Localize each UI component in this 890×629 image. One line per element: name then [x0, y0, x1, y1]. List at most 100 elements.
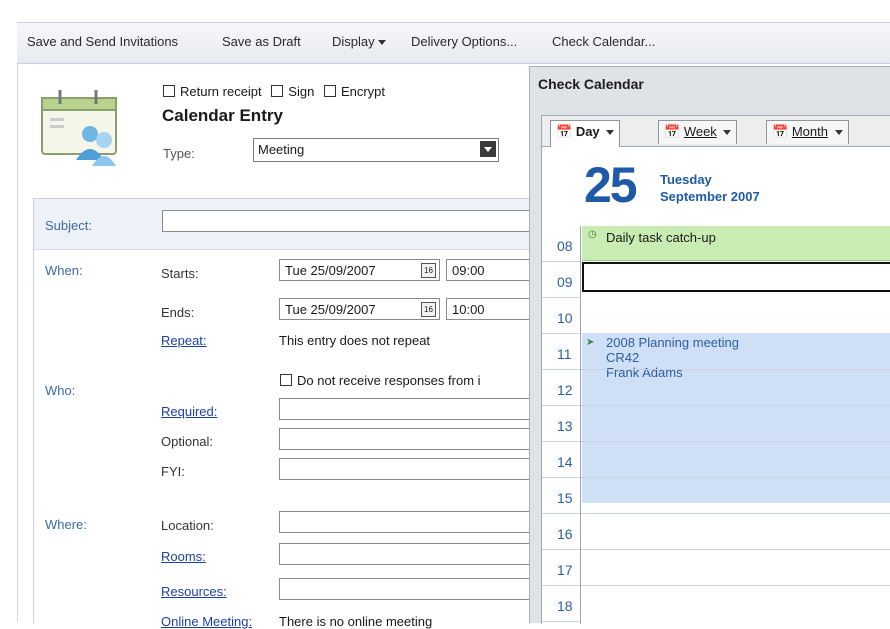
chevron-down-icon [377, 40, 386, 46]
end-date-value: Tue 25/09/2007 [285, 302, 376, 317]
repeat-text: This entry does not repeat [279, 333, 431, 348]
check-calendar-button[interactable]: Check Calendar... [552, 34, 655, 49]
starts-label: Starts: [161, 266, 199, 281]
start-time-value: 09:00 [452, 263, 485, 278]
sign-label: Sign [288, 84, 315, 99]
save-send-button[interactable]: Save and Send Invitations [27, 34, 178, 49]
hour-label: 15 [542, 478, 580, 514]
hour-label: 09 [542, 262, 580, 298]
event-title: Daily task catch-up [606, 230, 716, 245]
hour-label: 08 [542, 226, 580, 262]
hour-gridline [581, 477, 890, 478]
rooms-link[interactable]: Rooms: [161, 549, 206, 564]
event-title: 2008 Planning meeting [606, 335, 739, 350]
type-select[interactable]: Meeting [253, 138, 499, 162]
hour-gridline [581, 405, 890, 406]
fyi-label: FYI: [161, 464, 185, 479]
hour-label: 16 [542, 514, 580, 550]
hour-label: 10 [542, 298, 580, 334]
hour-gridline [581, 585, 890, 586]
when-label: When: [45, 263, 83, 278]
dropdown-arrow-icon[interactable] [480, 141, 496, 157]
required-input[interactable] [279, 398, 534, 420]
hour-gridline [581, 513, 890, 514]
selected-slot[interactable] [582, 262, 890, 292]
subject-input[interactable] [162, 210, 534, 232]
hour-label: 12 [542, 370, 580, 406]
fyi-input[interactable] [279, 458, 534, 480]
hour-label: 11 [542, 334, 580, 370]
subject-label: Subject: [45, 218, 92, 233]
sign-checkbox[interactable] [271, 85, 284, 97]
sign-option[interactable]: Sign [271, 84, 314, 99]
date-number: 25 [584, 157, 638, 213]
panel-title: Check Calendar [538, 76, 644, 92]
hour-label: 14 [542, 442, 580, 478]
security-options: Return receipt Sign Encrypt [163, 84, 391, 99]
hour-gridline [581, 441, 890, 442]
chevron-down-icon [834, 130, 843, 136]
calendar-icon: 📅 [772, 124, 789, 139]
start-time-field[interactable]: 09:00 [446, 259, 534, 281]
event-daily-task[interactable]: ◷ Daily task catch-up [582, 226, 890, 261]
return-receipt-option[interactable]: Return receipt [163, 84, 262, 99]
hour-label: 17 [542, 550, 580, 586]
no-responses-option[interactable]: Do not receive responses from i [280, 373, 481, 388]
event-person: Frank Adams [606, 365, 683, 380]
clock-icon: ◷ [588, 229, 597, 240]
chevron-down-icon [723, 130, 732, 136]
location-input[interactable] [279, 511, 534, 533]
who-label: Who: [45, 383, 76, 398]
tab-day-label: Day [575, 124, 600, 139]
hour-column: 08 09 10 11 12 13 14 15 16 17 18 [542, 226, 581, 624]
calendar-icon: 📅 [556, 124, 573, 139]
hour-gridline [581, 369, 890, 370]
save-draft-button[interactable]: Save as Draft [222, 34, 301, 49]
date-picker-icon[interactable]: 16 [421, 302, 436, 317]
start-date-value: Tue 25/09/2007 [285, 263, 376, 278]
tab-day[interactable]: 📅 Day [550, 120, 621, 147]
ends-label: Ends: [161, 305, 195, 320]
encrypt-option[interactable]: Encrypt [323, 84, 386, 99]
resources-input[interactable] [279, 578, 534, 600]
meeting-icon: ➤ [586, 337, 595, 348]
date-picker-icon[interactable]: 16 [421, 263, 436, 278]
type-label: Type: [163, 146, 195, 161]
hour-label: 18 [542, 586, 580, 622]
return-receipt-checkbox[interactable] [163, 85, 175, 97]
required-link[interactable]: Required: [161, 404, 217, 419]
start-date-field[interactable]: Tue 25/09/2007 16 [279, 259, 440, 281]
view-tabs: 📅 Day 📅 Week 📅 Month [542, 116, 890, 147]
type-value: Meeting [258, 142, 305, 157]
calendar-icon: 📅 [664, 124, 681, 139]
encrypt-label: Encrypt [340, 84, 386, 99]
chevron-down-icon [606, 130, 615, 136]
tab-week-label: Week [683, 124, 717, 139]
display-menu[interactable]: Display [332, 34, 386, 49]
where-label: Where: [45, 517, 87, 532]
hour-label: 13 [542, 406, 580, 442]
day-view: 📅 Day 📅 Week 📅 Month 25 Tuesday Septembe… [541, 115, 890, 624]
delivery-options-button[interactable]: Delivery Options... [411, 34, 517, 49]
end-date-field[interactable]: Tue 25/09/2007 16 [279, 298, 440, 320]
end-time-value: 10:00 [452, 302, 485, 317]
no-responses-label: Do not receive responses from i [297, 373, 481, 388]
hour-gridline [581, 549, 890, 550]
repeat-link[interactable]: Repeat: [161, 333, 207, 348]
return-receipt-label: Return receipt [180, 84, 262, 99]
encrypt-checkbox[interactable] [323, 85, 336, 97]
tab-month-label: Month [791, 124, 828, 139]
no-responses-checkbox[interactable] [280, 374, 292, 386]
check-calendar-panel: Check Calendar 📅 Day 📅 Week 📅 Month 25 T… [529, 66, 890, 624]
location-label: Location: [161, 518, 214, 533]
resources-link[interactable]: Resources: [161, 584, 227, 599]
rooms-input[interactable] [279, 543, 534, 565]
optional-input[interactable] [279, 428, 534, 450]
event-room: CR42 [606, 350, 640, 365]
tab-week[interactable]: 📅 Week [658, 120, 738, 144]
display-label: Display [332, 34, 375, 49]
page-title: Calendar Entry [162, 106, 283, 125]
weekday: Tuesday [660, 172, 712, 187]
tab-month[interactable]: 📅 Month [766, 120, 849, 144]
end-time-field[interactable]: 10:00 [446, 298, 534, 320]
